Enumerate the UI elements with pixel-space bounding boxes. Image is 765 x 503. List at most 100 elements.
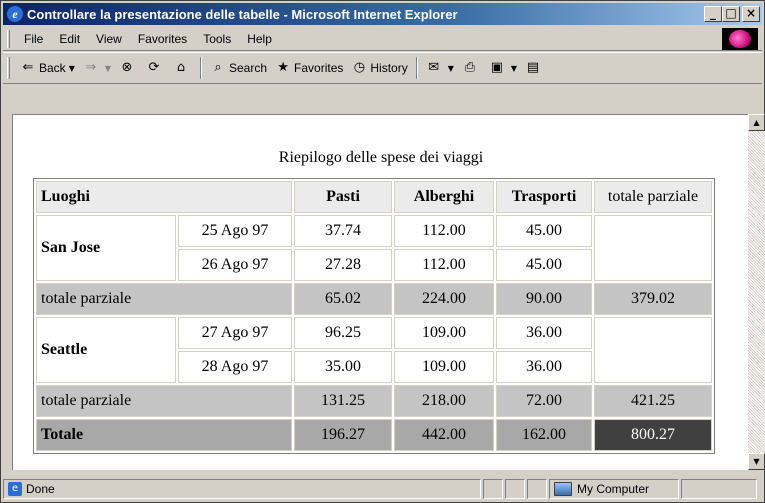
page-content: Riepilogo delle spese dei viaggi Luoghi …: [12, 114, 748, 470]
header-totale-parziale: totale parziale: [594, 181, 712, 213]
total-label: Totale: [36, 419, 292, 451]
header-pasti: Pasti: [294, 181, 392, 213]
menu-help[interactable]: Help: [239, 32, 280, 46]
edit-button[interactable]: ▣ ▼: [485, 56, 521, 80]
subtotal-pasti: 131.25: [294, 385, 392, 417]
subtotal-row: totale parziale 65.02 224.00 90.00 379.0…: [36, 283, 712, 315]
header-trasporti: Trasporti: [496, 181, 592, 213]
mail-dropdown-icon[interactable]: ▼: [448, 64, 454, 73]
forward-button[interactable]: ⇒ ▼: [79, 56, 115, 80]
pasti-cell: 96.25: [294, 317, 392, 349]
menu-favorites[interactable]: Favorites: [130, 32, 195, 46]
zone-text: My Computer: [577, 482, 650, 496]
trasporti-cell: 45.00: [496, 249, 592, 281]
subtotal-row: totale parziale 131.25 218.00 72.00 421.…: [36, 385, 712, 417]
history-button[interactable]: ◷ History: [347, 56, 411, 80]
menu-view[interactable]: View: [88, 32, 130, 46]
minimize-button[interactable]: _: [704, 6, 722, 22]
menu-bar: File Edit View Favorites Tools Help: [3, 27, 762, 51]
date-cell: 27 Ago 97: [178, 317, 292, 349]
subtotal-label: totale parziale: [36, 283, 292, 315]
forward-arrow-icon: ⇒: [85, 60, 97, 75]
stop-icon: ⊗: [121, 60, 133, 75]
alberghi-cell: 112.00: [394, 215, 494, 247]
menu-file[interactable]: File: [16, 32, 51, 46]
alberghi-cell: 109.00: [394, 317, 494, 349]
window-title: Controllare la presentazione delle tabel…: [27, 6, 458, 22]
subtotal-trasporti: 90.00: [496, 283, 592, 315]
menu-grip[interactable]: [7, 29, 10, 48]
search-button[interactable]: ⌕ Search: [206, 56, 271, 80]
city-cell: Seattle: [36, 317, 176, 383]
status-panel-empty: [483, 479, 503, 499]
window-controls: _ □ ×: [704, 6, 760, 22]
discuss-button[interactable]: ▤: [521, 56, 548, 80]
computer-icon: [554, 482, 572, 496]
status-bar: e Done My Computer: [3, 477, 762, 501]
total-row: Totale 196.27 442.00 162.00 800.27: [36, 419, 712, 451]
trasporti-cell: 45.00: [496, 215, 592, 247]
title-bar[interactable]: e Controllare la presentazione delle tab…: [3, 3, 762, 25]
back-button[interactable]: ⇐ Back ▼: [16, 56, 79, 80]
table-row: Seattle 27 Ago 97 96.25 109.00 36.00: [36, 317, 712, 383]
table-row: San Jose 25 Ago 97 37.74 112.00 45.00: [36, 215, 712, 281]
page-done-icon: e: [8, 482, 22, 496]
refresh-icon: ⟳: [148, 60, 160, 75]
stop-button[interactable]: ⊗: [115, 56, 142, 80]
favorites-label: Favorites: [294, 61, 344, 75]
trasporti-cell: 36.00: [496, 317, 592, 349]
expense-table: Luoghi Pasti Alberghi Trasporti totale p…: [33, 178, 715, 454]
maximize-button[interactable]: □: [722, 6, 740, 22]
back-dropdown-icon[interactable]: ▼: [69, 64, 75, 73]
ie-throbber-logo: [722, 28, 758, 50]
resize-grip[interactable]: [681, 479, 757, 499]
ie-icon[interactable]: e: [7, 6, 23, 22]
toolbar-grip[interactable]: [7, 57, 10, 79]
print-icon: ⎙: [464, 60, 476, 75]
discuss-icon: ▤: [526, 60, 540, 75]
subtotal-totale: 379.02: [594, 283, 712, 315]
favorites-button[interactable]: ★ Favorites: [271, 56, 347, 80]
menu-tools[interactable]: Tools: [195, 32, 239, 46]
header-luoghi: Luoghi: [36, 181, 292, 213]
header-alberghi: Alberghi: [394, 181, 494, 213]
home-button[interactable]: ⌂: [169, 56, 196, 80]
subtotal-alberghi: 224.00: [394, 283, 494, 315]
back-arrow-icon: ⇐: [22, 60, 34, 75]
standard-toolbar: ⇐ Back ▼ ⇒ ▼ ⊗ ⟳ ⌂ ⌕ Search ★ Favorites …: [3, 52, 762, 84]
vertical-scrollbar[interactable]: ▲ ▼: [748, 114, 765, 470]
table-caption: Riepilogo delle spese dei viaggi: [278, 149, 484, 166]
pasti-cell: 35.00: [294, 351, 392, 383]
subtotal-label: totale parziale: [36, 385, 292, 417]
status-text-panel: e Done: [3, 479, 481, 499]
history-icon: ◷: [353, 60, 366, 75]
search-label: Search: [229, 61, 268, 75]
zone-panel: My Computer: [549, 479, 679, 499]
pasti-cell: 27.28: [294, 249, 392, 281]
subtotal-totale: 421.25: [594, 385, 712, 417]
header-row: Luoghi Pasti Alberghi Trasporti totale p…: [36, 181, 712, 213]
search-icon: ⌕: [214, 60, 222, 75]
grand-total: 800.27: [594, 419, 712, 451]
menu-edit[interactable]: Edit: [51, 32, 88, 46]
toolbar-separator: [415, 57, 418, 79]
print-button[interactable]: ⎙: [458, 56, 485, 80]
forward-dropdown-icon[interactable]: ▼: [105, 64, 111, 73]
scroll-up-button[interactable]: ▲: [748, 114, 765, 131]
back-label: Back: [39, 61, 66, 75]
home-icon: ⌂: [176, 60, 186, 75]
mail-button[interactable]: ✉ ▼: [422, 56, 458, 80]
date-cell: 28 Ago 97: [178, 351, 292, 383]
toolbar-separator: [200, 57, 202, 79]
total-pasti: 196.27: [294, 419, 392, 451]
edit-dropdown-icon[interactable]: ▼: [511, 64, 517, 73]
status-panel-empty: [527, 479, 547, 499]
empty-total-cell: [594, 317, 712, 383]
scroll-down-button[interactable]: ▼: [748, 453, 765, 470]
status-text: Done: [26, 482, 55, 496]
pasti-cell: 37.74: [294, 215, 392, 247]
refresh-button[interactable]: ⟳: [142, 56, 169, 80]
total-alberghi: 442.00: [394, 419, 494, 451]
date-cell: 25 Ago 97: [178, 215, 292, 247]
close-button[interactable]: ×: [742, 6, 760, 22]
